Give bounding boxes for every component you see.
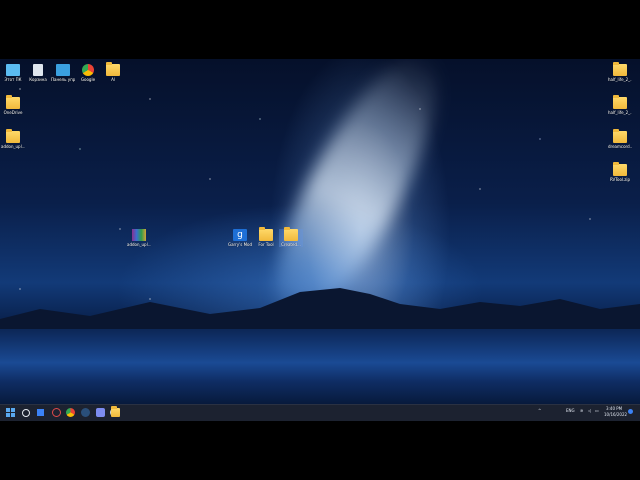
windows-start-icon[interactable] (6, 408, 15, 417)
folder-icon (613, 162, 627, 176)
volume-icon[interactable]: ◁ (588, 408, 591, 413)
folder-icon (284, 227, 298, 241)
desktop-icon-rvtool[interactable]: RVTool.zip (608, 162, 632, 182)
desktop-icon-this-pc[interactable]: Этот ПК (1, 64, 25, 82)
chrome-icon (82, 64, 94, 76)
desktop-icon-half-life-1[interactable]: half_life_2_... (608, 62, 632, 82)
garrys-mod-icon: g (233, 229, 247, 241)
desktop-icon-google[interactable]: Google (76, 64, 100, 82)
record-icon[interactable] (52, 408, 61, 417)
folder-icon (613, 62, 627, 76)
folder-icon (106, 62, 120, 76)
folder-icon (259, 227, 273, 241)
desktop-icon-addon-upl[interactable]: addon_upl... (1, 129, 25, 149)
folder-icon (6, 95, 20, 109)
folder-icon (613, 129, 627, 143)
desktop-icon-control-panel[interactable]: Панель управления (51, 64, 75, 82)
recycle-bin-icon (33, 64, 43, 76)
desktop-icon-garrys-mod[interactable]: g Garry's Mod (228, 229, 252, 247)
control-panel-icon (56, 64, 70, 76)
wallpaper-lake (0, 329, 640, 404)
desktop-icon-onedrive[interactable]: OneDrive (1, 95, 25, 115)
tray-language[interactable]: ENG (566, 408, 575, 413)
desktop-icon-addon-archive[interactable]: addon_upl... (127, 229, 151, 247)
search-icon[interactable] (22, 409, 30, 417)
battery-icon[interactable]: ▭ (595, 408, 599, 413)
file-explorer-icon[interactable] (111, 406, 120, 417)
tray-time[interactable]: 3:40 PM (606, 406, 622, 411)
desktop-icon-recycle-bin[interactable]: Корзина (26, 64, 50, 82)
desktop-wallpaper: Этот ПК Корзина Панель управления Google… (0, 59, 640, 420)
folder-icon (6, 129, 20, 143)
desktop-icon-created[interactable]: Created... (279, 227, 303, 247)
wifi-icon[interactable]: ≋ (580, 408, 583, 413)
this-pc-icon (6, 64, 20, 76)
steam-icon[interactable] (81, 408, 90, 417)
download-icon[interactable] (37, 409, 44, 416)
chrome-icon[interactable] (66, 408, 75, 417)
discord-icon[interactable] (96, 408, 105, 417)
desktop-icon-half-life-2[interactable]: half_life_2_... (608, 95, 632, 115)
desktop-icon-for-tool[interactable]: For Tool (254, 227, 278, 247)
desktop-icon-dreamcord[interactable]: dreamcord... (608, 129, 632, 149)
folder-icon (613, 95, 627, 109)
taskbar: ^ ENG ≋ ◁ ▭ 3:40 PM 10/16/2022 (0, 404, 640, 421)
winrar-archive-icon (132, 229, 146, 241)
notification-icon[interactable] (628, 409, 633, 414)
desktop-icon-al[interactable]: Al (101, 62, 125, 82)
tray-chevron-icon[interactable]: ^ (538, 408, 541, 413)
tray-date[interactable]: 10/16/2022 (604, 412, 627, 417)
